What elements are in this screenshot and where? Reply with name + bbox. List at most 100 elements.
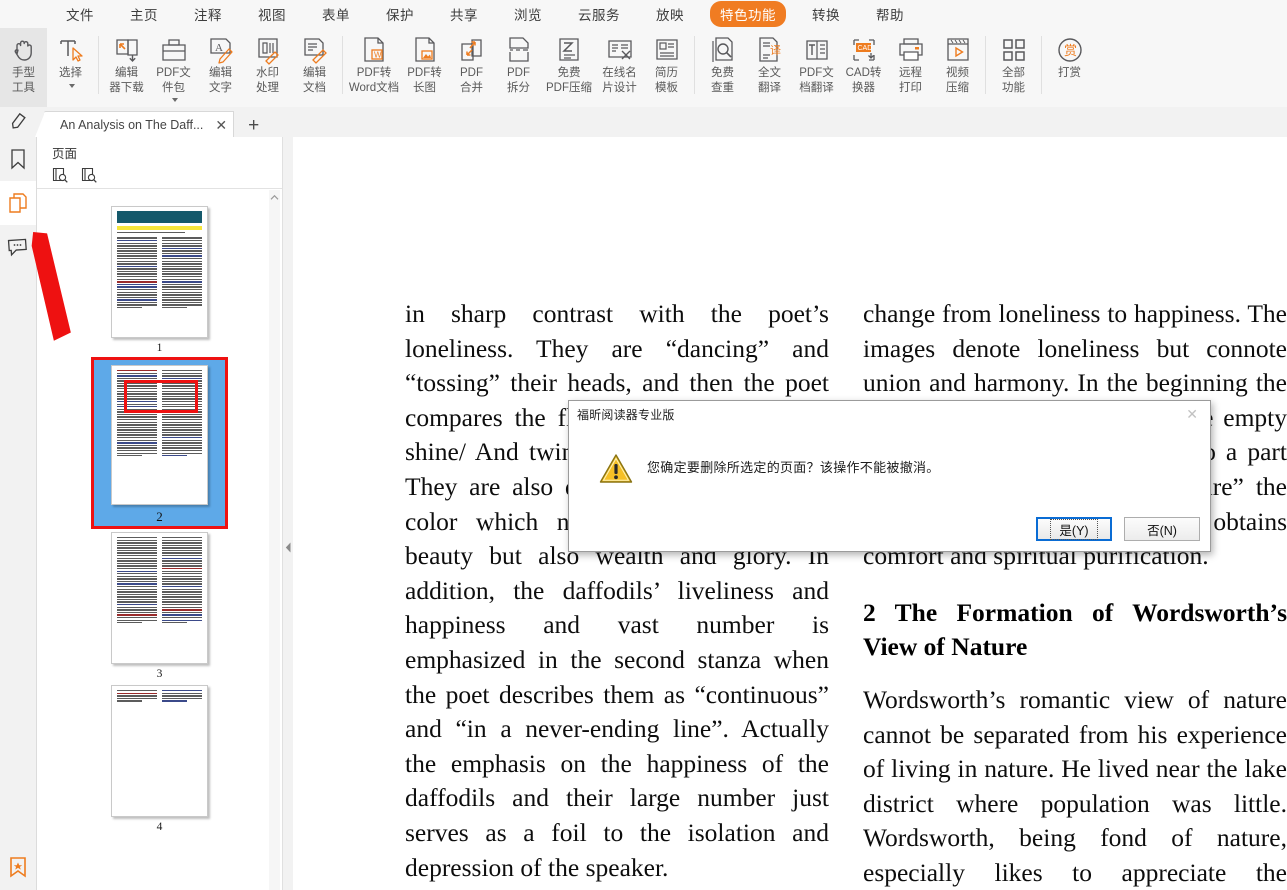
page-zoom-in-icon[interactable] (52, 167, 69, 184)
confirm-delete-dialog[interactable]: 福昕阅读器专业版 ✕ 您确定要删除所选定的页面？该操作不能被撤消。 是(Y) 否… (568, 400, 1211, 552)
tool-all-features[interactable]: 全部功能 (990, 28, 1037, 95)
dialog-no-label: 否(N) (1147, 520, 1177, 539)
thumbnail-panel: 页面 1234 (37, 137, 282, 890)
tool-cad-converter[interactable]: CADCAD转换器 (840, 28, 887, 95)
tool-label-2: 打印 (899, 82, 922, 96)
tool-watermark[interactable]: 水印处理 (244, 28, 291, 95)
new-tab-button[interactable]: + (248, 116, 259, 137)
paragraph: Wordsworth’s romantic view of nature can… (863, 683, 1287, 890)
tool-pdf-compress[interactable]: 免费PDF压缩 (542, 28, 596, 95)
menu-item-5[interactable]: 保护 (376, 1, 424, 27)
menu-item-8[interactable]: 云服务 (568, 1, 630, 27)
edit-doc-icon (300, 33, 330, 66)
tool-label: 编辑 (115, 67, 138, 81)
thumbnail-page-1[interactable]: 1 (111, 206, 208, 354)
tool-label-2: 功能 (1002, 82, 1025, 96)
cad-icon: CAD (849, 33, 879, 66)
tool-label-2: Word文档 (349, 82, 399, 96)
thumbnail-page-number: 3 (157, 668, 163, 680)
tool-pdf-to-word[interactable]: WPDF转Word文档 (347, 28, 401, 95)
tool-label: 全部 (1002, 67, 1025, 81)
rail-item-bookmark[interactable] (0, 137, 36, 181)
tool-editor-download[interactable]: 编辑器下载 (103, 28, 150, 95)
document-tab-title: An Analysis on The Daff... (60, 118, 203, 132)
pdf-split-icon (504, 33, 534, 66)
section-heading: 2 The Formation of Wordsworth’s View of … (863, 596, 1287, 665)
menu-item-3[interactable]: 视图 (248, 1, 296, 27)
tool-pdf-package[interactable]: PDF文件包 (150, 28, 197, 105)
menu-item-1[interactable]: 主页 (120, 1, 168, 27)
ribbon-separator (1041, 36, 1042, 94)
dialog-no-button[interactable]: 否(N) (1124, 517, 1200, 541)
eraser-icon[interactable] (0, 107, 38, 137)
pdf-merge-icon (457, 33, 487, 66)
thumbnail-page-3[interactable]: 3 (111, 532, 208, 680)
tool-label: PDF文 (156, 67, 191, 81)
tool-label: PDF文 (799, 67, 834, 81)
menu-item-11[interactable]: 转换 (802, 1, 850, 27)
tool-full-translate[interactable]: 译全文翻译 (746, 28, 793, 95)
thumbnail-image (111, 532, 208, 664)
tool-plagiarism-check[interactable]: 免费查重 (699, 28, 746, 95)
tool-edit-doc[interactable]: 编辑文档 (291, 28, 338, 95)
tool-reward[interactable]: 赏打赏 (1046, 28, 1093, 81)
chevron-down-icon[interactable] (170, 95, 178, 105)
menu-item-4[interactable]: 表单 (312, 1, 360, 27)
tool-pdf-doc-translate[interactable]: PDF文档翻译 (793, 28, 840, 95)
tool-select-tool[interactable]: 选择 (47, 28, 94, 91)
rail-item-favorite[interactable] (0, 856, 36, 878)
tool-card-design[interactable]: 在线名片设计 (596, 28, 643, 95)
dialog-yes-label: 是(Y) (1050, 519, 1097, 540)
thumbnail-page-4[interactable]: 4 (111, 685, 208, 833)
ribbon-group-0: 手型工具选择 (0, 28, 94, 107)
thumbnail-page-2[interactable]: 2 (93, 359, 226, 527)
menu-item-9[interactable]: 放映 (646, 1, 694, 27)
tool-remote-print[interactable]: 远程打印 (887, 28, 934, 95)
chevron-down-icon[interactable] (67, 81, 75, 91)
svg-text:译: 译 (770, 44, 781, 57)
tool-label: CAD转 (846, 67, 882, 81)
ribbon-separator (694, 36, 695, 94)
tool-edit-text[interactable]: A编辑文字 (197, 28, 244, 95)
ribbon-group-1: 编辑器下载PDF文件包A编辑文字水印处理编辑文档 (103, 28, 338, 107)
tool-pdf-merge[interactable]: PDF合并 (448, 28, 495, 95)
menu-item-7[interactable]: 浏览 (504, 1, 552, 27)
ribbon-group-2: WPDF转Word文档PDF转长图PDF合并PDF拆分免费PDF压缩在线名片设计… (347, 28, 690, 107)
tool-label: PDF (460, 67, 483, 81)
tool-label: 编辑 (303, 67, 326, 81)
tool-label-2: 长图 (413, 82, 436, 96)
resume-template-icon (652, 33, 682, 66)
chevron-up-icon[interactable] (269, 190, 280, 204)
dialog-yes-button[interactable]: 是(Y) (1036, 517, 1112, 541)
tool-label-2: 工具 (12, 82, 35, 96)
panel-collapse-handle[interactable] (284, 540, 292, 554)
menu-item-12[interactable]: 帮助 (866, 1, 914, 27)
menu-item-2[interactable]: 注释 (184, 1, 232, 27)
tool-pdf-split[interactable]: PDF拆分 (495, 28, 542, 95)
edit-text-icon: A (206, 33, 236, 66)
tool-label: 在线名 (602, 67, 637, 81)
tool-label: 简历 (655, 67, 678, 81)
page-zoom-out-icon[interactable] (81, 167, 98, 184)
tool-label: PDF转 (357, 67, 392, 81)
menu-item-6[interactable]: 共享 (440, 1, 488, 27)
rail-item-pages[interactable] (0, 181, 36, 225)
menu-item-0[interactable]: 文件 (56, 1, 104, 27)
thumbnail-scrollbar[interactable] (269, 190, 280, 890)
tool-hand-tool[interactable]: 手型工具 (0, 28, 47, 107)
tool-resume-template[interactable]: 简历模板 (643, 28, 690, 95)
tool-label: 全文 (758, 67, 781, 81)
menu-item-10[interactable]: 特色功能 (710, 1, 786, 27)
tool-label: PDF转 (407, 67, 442, 81)
document-tab[interactable]: An Analysis on The Daff... ✕ (44, 111, 234, 137)
close-icon[interactable]: ✕ (215, 118, 227, 132)
bookmark-icon (9, 148, 27, 170)
left-icon-rail (0, 137, 37, 890)
tool-video-compress[interactable]: 视频压缩 (934, 28, 981, 95)
rail-item-comments[interactable] (0, 225, 36, 269)
close-icon[interactable]: ✕ (1186, 407, 1198, 421)
tool-pdf-to-longimage[interactable]: PDF转长图 (401, 28, 448, 95)
favorite-bookmark-icon (8, 856, 28, 878)
tool-label: 免费 (711, 67, 734, 81)
ribbon-group-5: 赏打赏 (1046, 28, 1093, 107)
